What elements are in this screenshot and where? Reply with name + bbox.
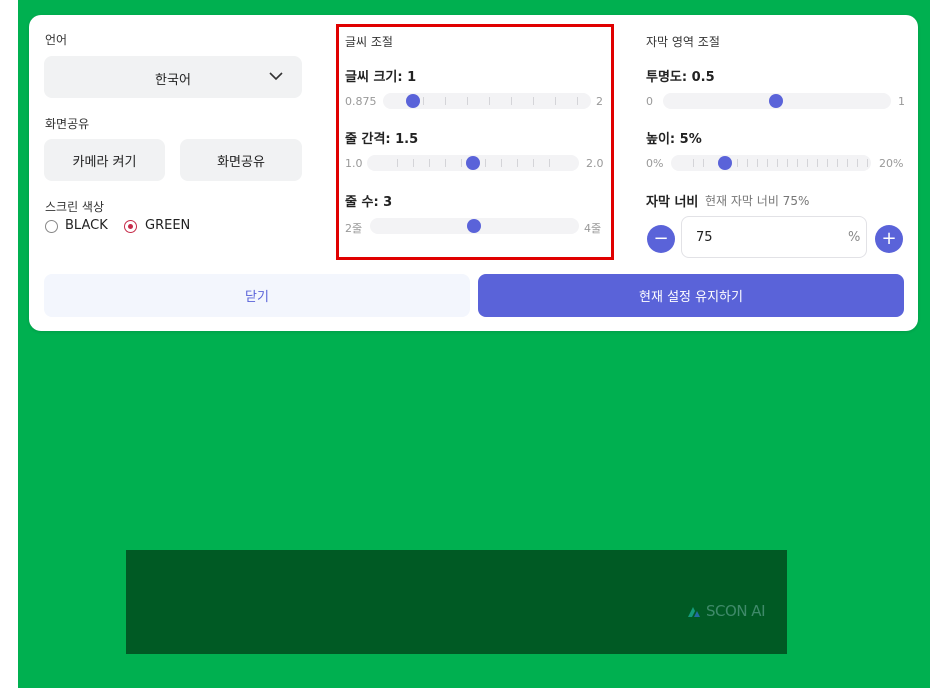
logo-icon — [688, 606, 701, 617]
keep-settings-button[interactable]: 현재 설정 유지하기 — [478, 274, 904, 317]
radio-black-label: BLACK — [65, 218, 108, 233]
brand-logo: SCON AI — [686, 602, 765, 620]
width-input-value: 75 — [696, 230, 713, 245]
minus-icon: − — [653, 228, 669, 249]
height-min: 0% — [646, 157, 664, 170]
height-slider[interactable] — [671, 155, 871, 171]
subtitle-area: SCON AI — [126, 550, 787, 654]
width-input[interactable]: 75 % — [681, 216, 867, 258]
radio-green-label: GREEN — [145, 218, 191, 233]
opacity-min: 0 — [646, 95, 653, 108]
opacity-label: 투명도: 0.5 — [646, 70, 715, 85]
radio-green[interactable] — [124, 220, 137, 233]
language-select[interactable]: 한국어 — [44, 56, 302, 98]
screen-share-title: 화면공유 — [45, 117, 90, 131]
height-max: 20% — [879, 157, 904, 170]
brand-text: SCON AI — [706, 602, 765, 620]
minus-button[interactable]: − — [647, 225, 675, 253]
width-label: 자막 너비 — [646, 195, 699, 210]
highlight-box — [336, 24, 614, 260]
close-button[interactable]: 닫기 — [44, 274, 470, 317]
camera-button[interactable]: 카메라 켜기 — [44, 139, 165, 181]
language-title: 언어 — [45, 33, 68, 47]
width-current-text: 현재 자막 너비 75% — [705, 194, 810, 208]
opacity-max: 1 — [898, 95, 905, 108]
plus-icon: + — [881, 228, 897, 249]
screen-color-title: 스크린 색상 — [45, 200, 105, 214]
settings-panel: 언어 한국어 화면공유 카메라 켜기 화면공유 스크린 색상 BLACK GRE… — [29, 15, 918, 331]
plus-button[interactable]: + — [875, 225, 903, 253]
subtitle-section-title: 자막 영역 조절 — [646, 35, 720, 49]
screen-share-button[interactable]: 화면공유 — [180, 139, 302, 181]
radio-black[interactable] — [45, 220, 58, 233]
height-label: 높이: 5% — [646, 132, 702, 147]
width-input-unit: % — [848, 230, 861, 245]
height-thumb[interactable] — [718, 156, 732, 170]
language-selected: 한국어 — [155, 73, 191, 88]
chevron-down-icon — [269, 72, 283, 81]
opacity-thumb[interactable] — [769, 94, 783, 108]
opacity-slider[interactable] — [663, 93, 891, 109]
